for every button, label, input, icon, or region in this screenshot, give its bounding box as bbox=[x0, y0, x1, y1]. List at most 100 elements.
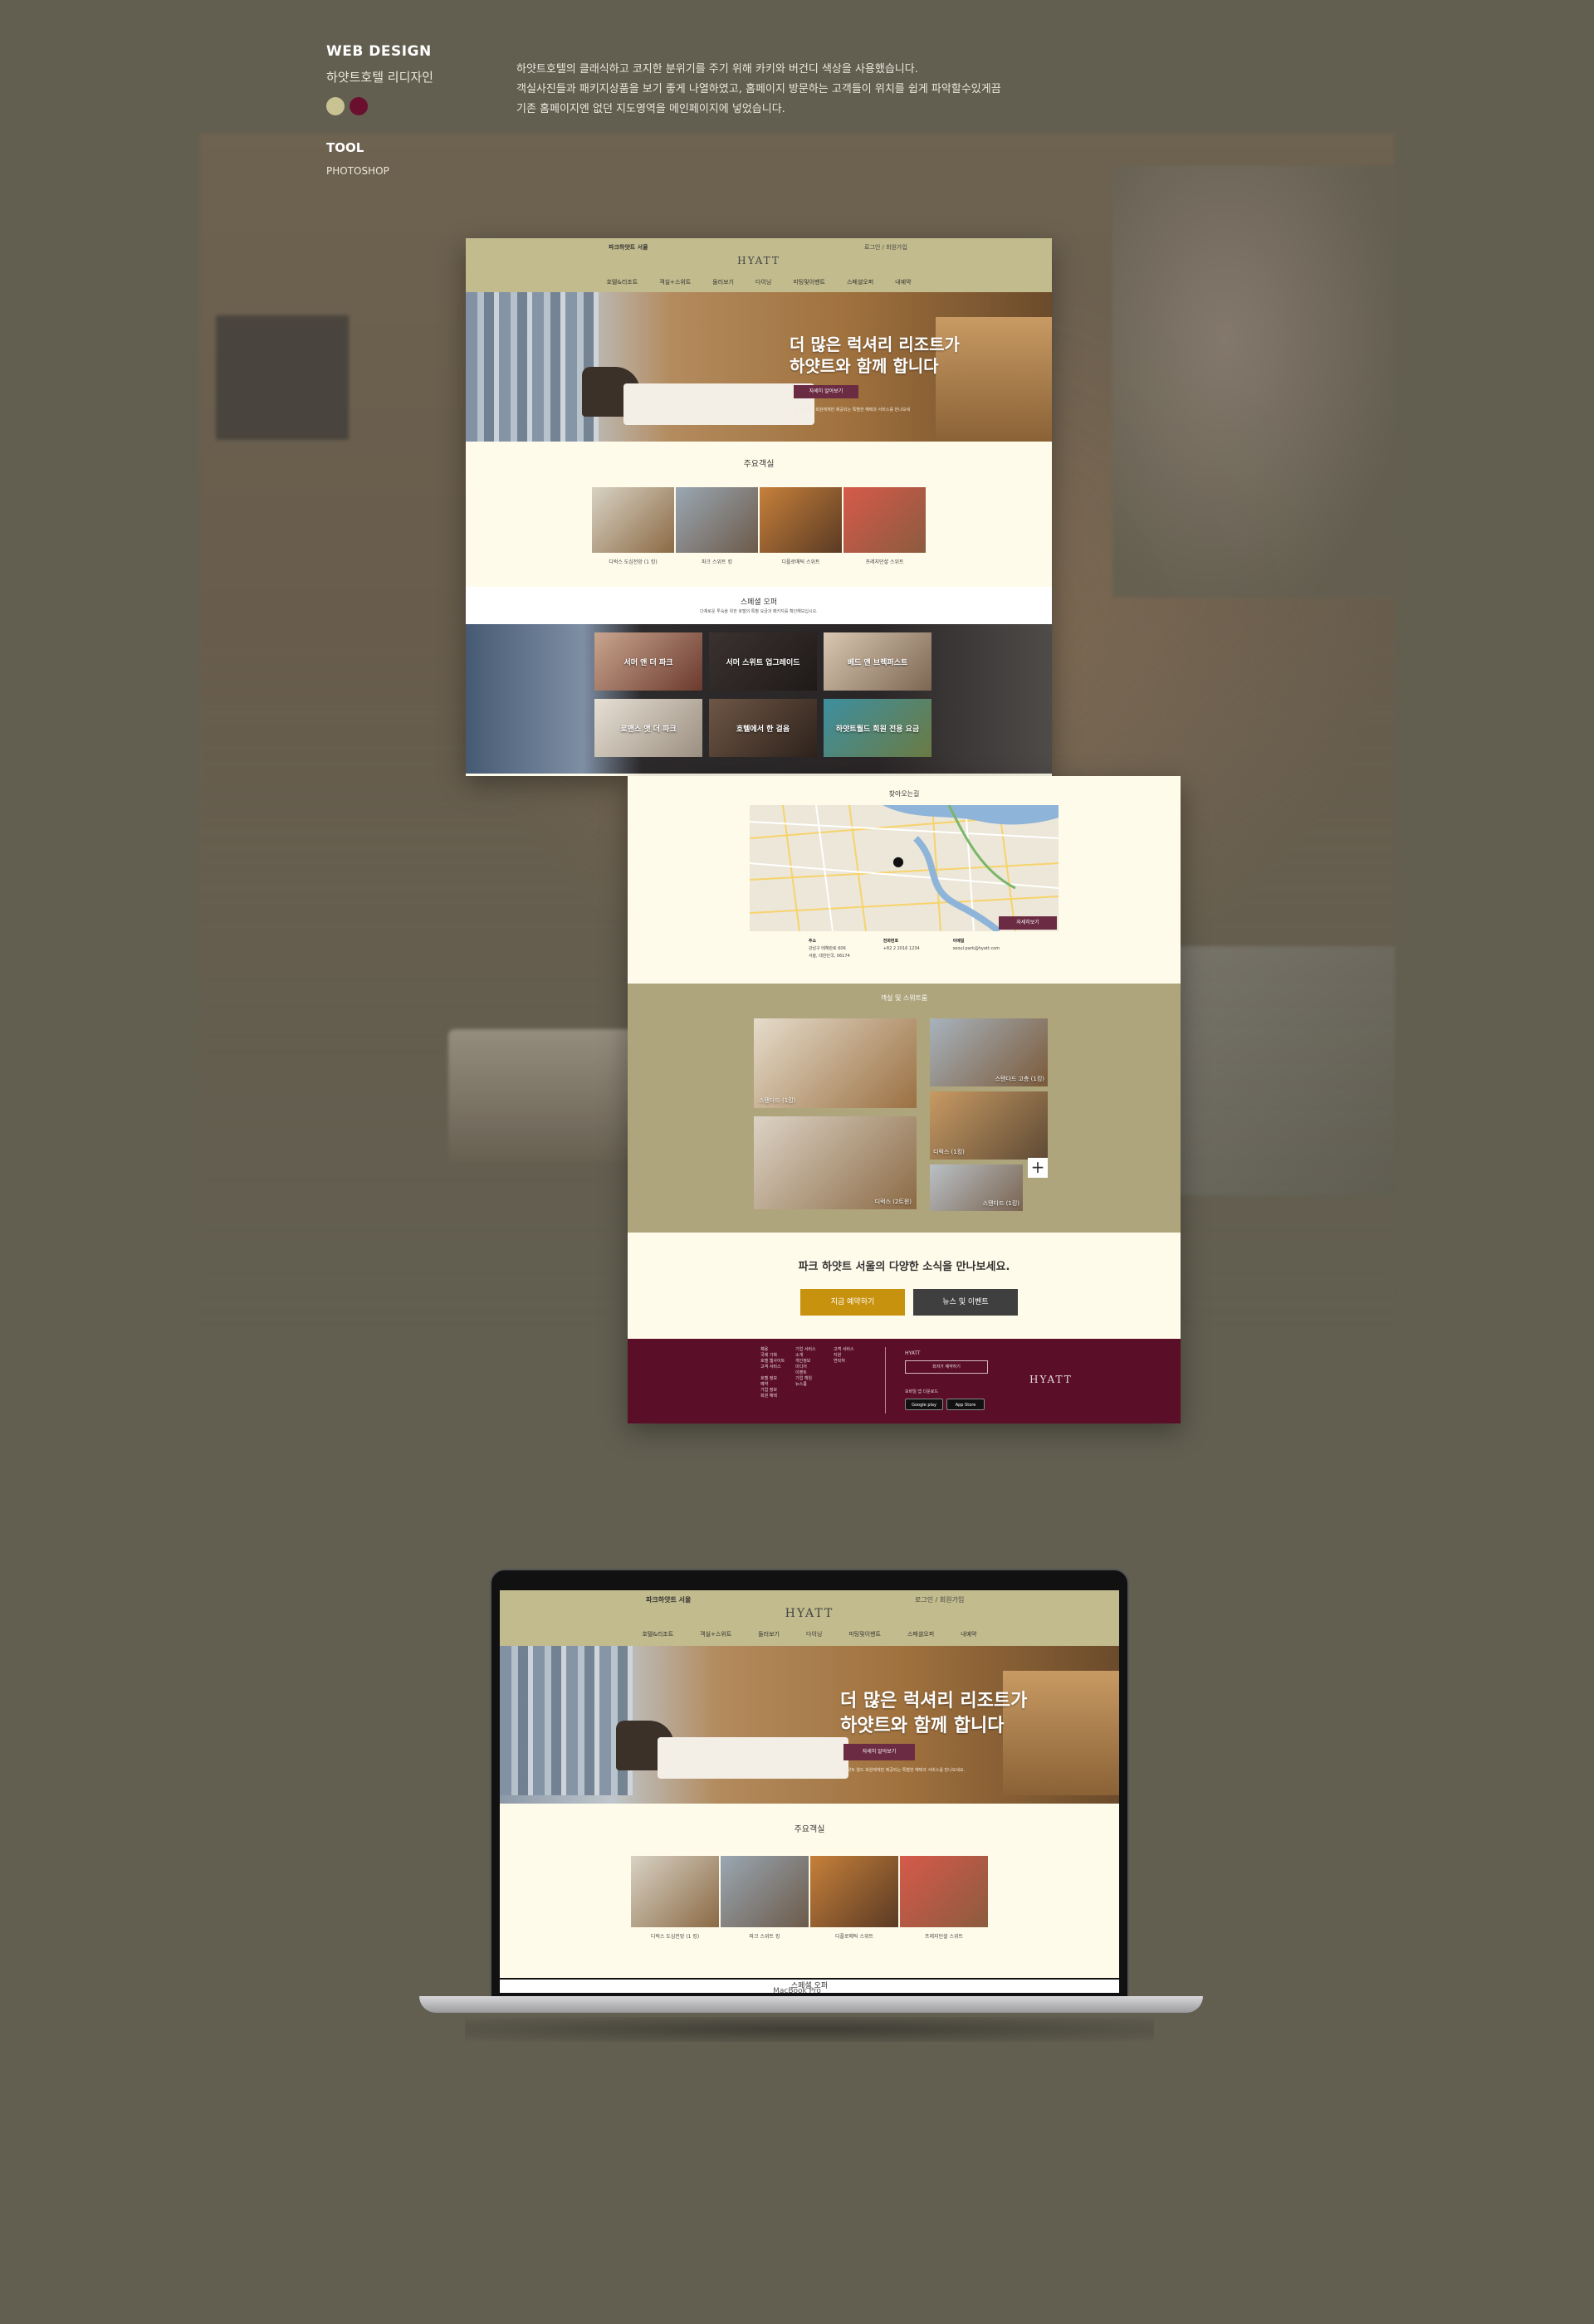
hyatt-logo[interactable]: HYATT bbox=[500, 1607, 1119, 1620]
room-caption[interactable]: 프레지던셜 스위트 bbox=[900, 1932, 988, 1940]
map-pin-icon[interactable]: ● bbox=[892, 853, 904, 869]
offer-tile[interactable]: 호텔에서 한 걸음 bbox=[709, 699, 817, 757]
offer-tile[interactable]: 베드 앤 브렉퍼스트 bbox=[824, 632, 931, 691]
site-brand[interactable]: 파크하얏트 서울 bbox=[609, 243, 648, 251]
room-caption[interactable]: 디플로매틱 스위트 bbox=[760, 558, 842, 565]
suite-photo[interactable]: 스탠다드 (1킹) bbox=[930, 1164, 1023, 1211]
footer-link[interactable]: 고객 서비스 bbox=[760, 1365, 785, 1370]
nav-item[interactable]: 호텔&리조트 bbox=[606, 278, 638, 286]
hyatt-logo[interactable]: HYATT bbox=[466, 255, 1052, 266]
footer-hyatt-logo[interactable]: HYATT bbox=[1029, 1374, 1073, 1385]
footer-link[interactable]: 이벤트 bbox=[795, 1370, 816, 1376]
main-rooms-title: 주요객실 bbox=[794, 1825, 825, 1834]
footer-link[interactable]: 호텔 정보 bbox=[760, 1376, 785, 1382]
laptop-base bbox=[419, 1996, 1203, 2013]
footer-link[interactable]: 미디어 bbox=[795, 1365, 816, 1370]
laptop-shadow bbox=[465, 2017, 1154, 2042]
nav-item[interactable]: 둘러보기 bbox=[758, 1630, 780, 1638]
footer-link[interactable]: 뉴스룸 bbox=[795, 1382, 816, 1388]
project-info: WEB DESIGN 하얏트호텔 리디자인 TOOL PHOTOSHOP bbox=[326, 43, 433, 177]
footer-link[interactable]: 소개 bbox=[795, 1353, 816, 1359]
room-photo[interactable] bbox=[592, 487, 674, 553]
nav-item[interactable]: 스페셜오퍼 bbox=[907, 1630, 934, 1638]
footer-link[interactable]: 고객 서비스 bbox=[834, 1347, 854, 1353]
room-photo[interactable] bbox=[631, 1856, 719, 1927]
footer-link[interactable]: 회원 혜택 bbox=[760, 1394, 785, 1399]
nav-item[interactable]: 미팅및이벤트 bbox=[848, 1630, 881, 1638]
footer-link[interactable]: 예약 bbox=[760, 1382, 785, 1388]
map-details-button[interactable]: 자세히보기 bbox=[999, 916, 1057, 930]
hero-title: 더 많은 럭셔리 리조트가 하얏트와 함께 합니다 bbox=[840, 1689, 1027, 1739]
city-view bbox=[500, 1646, 633, 1795]
footer-link[interactable]: 채용 bbox=[760, 1347, 785, 1353]
offer-tile[interactable]: 하얏트월드 회원 전용 요금 bbox=[824, 699, 931, 757]
footer-link[interactable]: 국제 기획 bbox=[760, 1353, 785, 1359]
hero-title-line: 하얏트와 함께 합니다 bbox=[840, 1716, 1005, 1736]
location-map[interactable]: ● 자세히보기 bbox=[750, 805, 1059, 931]
nav-item[interactable]: 내예약 bbox=[961, 1630, 976, 1638]
hero-learn-more-button[interactable]: 자세히 알아보기 bbox=[843, 1744, 915, 1760]
app-store-button[interactable]: App Store bbox=[946, 1399, 985, 1410]
nav-item[interactable]: 다이닝 bbox=[755, 278, 771, 286]
hero-title-line: 더 많은 럭셔리 리조트가 bbox=[840, 1691, 1028, 1711]
room-caption[interactable]: 디럭스 도심전망 (1 킹) bbox=[631, 1932, 719, 1940]
footer-column: 고객 서비스 지원 연락처 bbox=[834, 1347, 854, 1365]
room-photo[interactable] bbox=[760, 487, 842, 553]
suites-title: 객실 및 스위트룸 bbox=[880, 994, 928, 1002]
footer-link[interactable] bbox=[760, 1370, 785, 1376]
nav-item[interactable]: 내예약 bbox=[895, 278, 911, 286]
info-line[interactable]: +82 2 2016 1234 bbox=[883, 945, 920, 953]
room-photo[interactable] bbox=[900, 1856, 988, 1927]
room-caption[interactable]: 디플로매틱 스위트 bbox=[810, 1932, 898, 1940]
plus-icon[interactable]: + bbox=[1028, 1158, 1048, 1178]
offer-tile[interactable]: 로맨스 앳 더 파크 bbox=[594, 699, 702, 757]
hero-learn-more-button[interactable]: 자세히 알아보기 bbox=[794, 385, 858, 398]
nav-item[interactable]: 객실+스위트 bbox=[700, 1630, 731, 1638]
nav-item[interactable]: 객실+스위트 bbox=[659, 278, 691, 286]
site-brand[interactable]: 파크하얏트 서울 bbox=[646, 1595, 691, 1604]
footer-link[interactable]: 연락처 bbox=[834, 1359, 854, 1365]
room-photo[interactable] bbox=[810, 1856, 898, 1927]
offer-tile[interactable]: 서머 스위트 업그레이드 bbox=[709, 632, 817, 691]
footer-link[interactable]: 개인정보 bbox=[795, 1359, 816, 1365]
news-events-button[interactable]: 뉴스 및 이벤트 bbox=[913, 1289, 1018, 1316]
room-photo[interactable] bbox=[676, 487, 758, 553]
hero-title-line: 더 많은 럭셔리 리조트가 bbox=[790, 334, 960, 354]
login-link[interactable]: 로그인 / 회원가입 bbox=[864, 243, 907, 251]
room-photo[interactable] bbox=[721, 1856, 809, 1927]
room-photo[interactable] bbox=[843, 487, 926, 553]
room-caption[interactable]: 파크 스위트 킹 bbox=[676, 558, 758, 565]
nav-item[interactable]: 호텔&리조트 bbox=[642, 1630, 673, 1638]
room-caption[interactable]: 파크 스위트 킹 bbox=[721, 1932, 809, 1940]
suite-photo[interactable]: 디럭스 (2트윈) bbox=[754, 1116, 917, 1209]
room-caption[interactable]: 디럭스 도심전망 (1 킹) bbox=[592, 558, 674, 565]
suite-photo[interactable]: 스탠다드 고층 (1킹) bbox=[930, 1018, 1048, 1086]
khaki-swatch bbox=[326, 97, 345, 115]
main-rooms-row bbox=[500, 1856, 1119, 1927]
nav-item[interactable]: 둘러보기 bbox=[712, 278, 734, 286]
nav-item[interactable]: 다이닝 bbox=[806, 1630, 822, 1638]
room-caption[interactable]: 프레지던셜 스위트 bbox=[843, 558, 926, 565]
footer-link[interactable]: 지원 bbox=[834, 1353, 854, 1359]
footer-booking-input[interactable]: 최저가 예약하기 bbox=[905, 1360, 988, 1374]
login-link[interactable]: 로그인 / 회원가입 bbox=[915, 1595, 964, 1604]
hero-banner: 더 많은 럭셔리 리조트가 하얏트와 함께 합니다 자세히 알아보기 하얏트 월… bbox=[466, 292, 1052, 442]
hero-banner: 더 많은 럭셔리 리조트가 하얏트와 함께 합니다 자세히 알아보기 하얏트 월… bbox=[500, 1646, 1119, 1804]
suites-section: 객실 및 스위트룸 스탠다드 (1킹) 스탠다드 고층 (1킹) 디럭스 (1킹… bbox=[628, 984, 1181, 1233]
offer-tile[interactable]: 서머 앤 더 파크 bbox=[594, 632, 702, 691]
footer-link[interactable]: 호텔 웹사이트 bbox=[760, 1359, 785, 1365]
suite-photo[interactable]: 디럭스 (1킹) bbox=[930, 1091, 1048, 1160]
info-line[interactable]: seoul.park@hyatt.com bbox=[953, 945, 1000, 953]
background-window bbox=[1146, 946, 1395, 1195]
nav-item[interactable]: 스페셜오퍼 bbox=[847, 278, 873, 286]
hero-bed bbox=[623, 383, 814, 425]
footer-link[interactable]: 기업 책임 bbox=[795, 1376, 816, 1382]
suite-photo[interactable]: 스탠다드 (1킹) bbox=[754, 1018, 917, 1108]
suite-caption: 스탠다드 (1킹) bbox=[759, 1097, 796, 1104]
google-play-button[interactable]: Google play bbox=[905, 1399, 943, 1410]
book-now-button[interactable]: 지금 예약하기 bbox=[800, 1289, 905, 1316]
footer-link[interactable]: 기업 정보 bbox=[760, 1388, 785, 1394]
footer-link[interactable]: 기업 서비스 bbox=[795, 1347, 816, 1353]
footer-app-label: 모바일 앱 다운로드 bbox=[905, 1389, 938, 1394]
nav-item[interactable]: 미팅및이벤트 bbox=[793, 278, 825, 286]
